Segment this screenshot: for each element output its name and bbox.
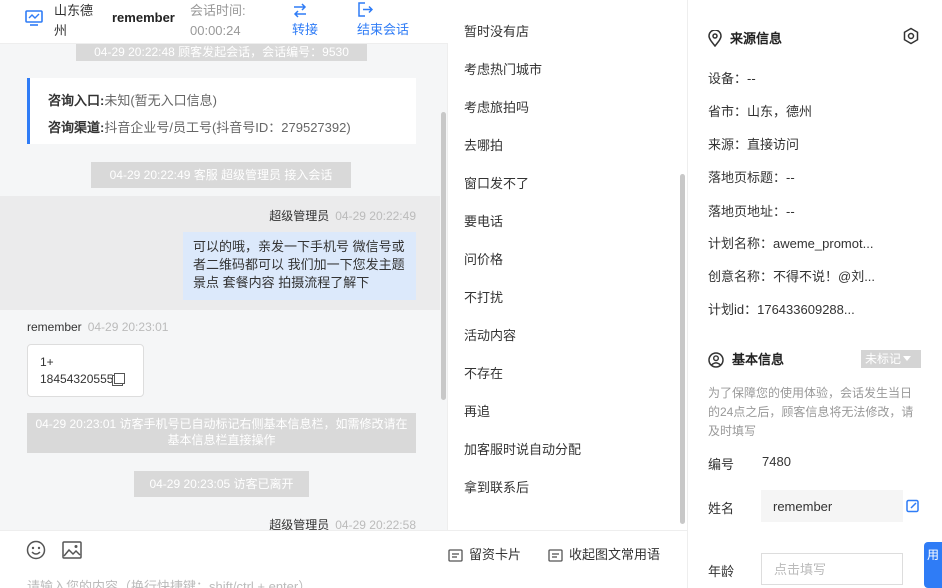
entry-label: 咨询入口:: [48, 93, 105, 108]
quick-reply-item[interactable]: 不打扰: [464, 279, 581, 317]
end-session-button[interactable]: 结束会话: [357, 0, 409, 40]
channel-label: 咨询渠道:: [48, 120, 105, 135]
chat-input-area: 请输入您的内容（换行快捷键：shift/ctrl + enter）: [0, 530, 448, 588]
entry-value: 未知(暂无入口信息): [104, 93, 218, 108]
quick-reply-item[interactable]: 问价格: [464, 241, 581, 279]
monitor-icon: [25, 10, 43, 26]
message-icon: [548, 549, 563, 562]
caret-down-icon: [903, 356, 912, 361]
collapse-phrases-label: 收起图文常用语: [569, 547, 661, 562]
message-sender: remember: [27, 320, 82, 334]
message-list[interactable]: 04-29 20:22:48 顾客发起会话，会话编号：9530 咨询入口:未知(…: [0, 44, 448, 530]
visitor-city: 山东德州: [54, 3, 94, 38]
message-meta: 超级管理员 04-29 20:22:49: [269, 207, 416, 224]
device-row: 设备：--: [708, 71, 756, 86]
location-pin-icon: [708, 29, 722, 48]
age-label: 年龄: [708, 564, 735, 579]
chat-header: 山东德州 remember 会话时间: 00:00:24 转接 结束会话: [0, 0, 448, 44]
quick-reply-scrollbar[interactable]: [680, 174, 685, 524]
quick-reply-item[interactable]: 再追: [464, 393, 581, 431]
source-info-label: 来源信息: [730, 31, 783, 46]
origin-row: 来源：直接访问: [708, 137, 800, 152]
lead-card-label: 留资卡片: [469, 547, 522, 562]
lead-card-button[interactable]: 留资卡片: [448, 544, 521, 563]
emoji-icon[interactable]: [26, 540, 46, 560]
collapse-phrases-button[interactable]: 收起图文常用语: [548, 544, 660, 563]
message-time: 04-29 20:22:49: [335, 209, 416, 223]
message-line: 1+: [40, 355, 54, 369]
transfer-icon: [293, 3, 307, 18]
quick-reply-footer: 留资卡片 收起图文常用语: [448, 530, 688, 588]
phone-number: 18454320555: [40, 372, 114, 386]
chat-scrollbar[interactable]: [441, 112, 446, 400]
name-field[interactable]: [761, 490, 903, 522]
system-message: 04-29 20:23:01 访客手机号已自动标记右侧基本信息栏，如需修改请在基…: [27, 413, 416, 453]
tag-dropdown[interactable]: 未标记: [861, 350, 921, 368]
quick-reply-item[interactable]: 窗口发不了: [464, 165, 581, 203]
tag-label: 未标记: [865, 352, 902, 366]
message-time: 04-29 20:22:58: [335, 518, 416, 530]
creative-name-row: 创意名称：不得不说！@刘...: [708, 269, 876, 284]
landing-url-row: 落地页地址：--: [708, 204, 795, 219]
quick-reply-item[interactable]: 拿到联系后: [464, 469, 581, 507]
edit-icon[interactable]: [906, 499, 919, 513]
quick-reply-item[interactable]: 要电话: [464, 203, 581, 241]
chat-panel: 山东德州 remember 会话时间: 00:00:24 转接 结束会话 04-…: [0, 0, 448, 588]
age-field[interactable]: [761, 553, 903, 585]
id-value: 7480: [762, 454, 791, 469]
visitor-message-bubble: 1+ 18454320555: [27, 344, 144, 397]
plan-name-row: 计划名称：aweme_promot...: [708, 236, 874, 251]
settings-icon[interactable]: [902, 27, 920, 45]
customer-info-panel: 来源信息 设备：-- 省市：山东，德州 来源：直接访问 落地页标题：-- 落地页…: [688, 0, 942, 588]
transfer-label: 转接: [292, 22, 319, 37]
entry-info-card: 咨询入口:未知(暂无入口信息) 咨询渠道:抖音企业号/员工号(抖音号ID：279…: [27, 78, 416, 144]
quick-reply-item[interactable]: 活动内容: [464, 317, 581, 355]
session-time-label: 会话时间:: [190, 3, 246, 18]
copy-icon[interactable]: [114, 373, 126, 384]
card-icon: [448, 549, 463, 562]
floating-tab-button[interactable]: 用: [924, 542, 942, 588]
system-message: 04-29 20:23:05 访客已离开: [134, 471, 309, 497]
agent-message-bubble: 可以的哦，亲发一下手机号 微信号或者二维码都可以 我们加一下您发主题景点 套餐内…: [183, 232, 416, 300]
quick-reply-item[interactable]: 不存在: [464, 355, 581, 393]
floating-tab-label: 用: [927, 548, 940, 562]
user-circle-icon: [708, 352, 724, 368]
quick-reply-item[interactable]: 考虑热门城市: [464, 51, 581, 89]
edit-notice: 为了保障您的使用体验，会话发生当日的24点之后，顾客信息将无法修改，请及时填写: [708, 386, 914, 438]
basic-info-title: 基本信息: [708, 349, 784, 368]
logout-icon: [358, 2, 373, 17]
message-meta: remember 04-29 20:23:01: [27, 320, 168, 334]
plan-id-row: 计划id：176433609288...: [708, 302, 855, 317]
system-message: 04-29 20:22:49 客服 超级管理员 接入会话: [91, 162, 351, 188]
basic-info-label: 基本信息: [732, 352, 785, 367]
message-sender: 超级管理员: [269, 518, 330, 530]
landing-title-row: 落地页标题：--: [708, 170, 795, 185]
quick-reply-panel: 暂时没有店 考虑热门城市 考虑旅拍吗 去哪拍 窗口发不了 要电话 问价格 不打扰…: [448, 0, 688, 588]
channel-value: 抖音企业号/员工号(抖音号ID：279527392): [104, 120, 351, 135]
end-session-label: 结束会话: [357, 22, 410, 37]
quick-reply-item[interactable]: 去哪拍: [464, 127, 581, 165]
session-time-value: 00:00:24: [190, 23, 241, 38]
quick-reply-item[interactable]: 加客服时说自动分配: [464, 431, 581, 469]
quick-reply-item[interactable]: 暂时没有店: [464, 13, 581, 51]
system-message: 04-29 20:22:48 顾客发起会话，会话编号：9530: [76, 44, 367, 61]
message-sender: 超级管理员: [269, 209, 330, 223]
message-input[interactable]: 请输入您的内容（换行快捷键：shift/ctrl + enter）: [27, 576, 311, 588]
region-row: 省市：山东，德州: [708, 104, 813, 119]
id-label: 编号: [708, 457, 735, 472]
message-meta: 超级管理员 04-29 20:22:58: [269, 516, 416, 530]
source-info-title: 来源信息: [708, 28, 783, 48]
transfer-button[interactable]: 转接: [292, 0, 318, 40]
quick-reply-list: 暂时没有店 考虑热门城市 考虑旅拍吗 去哪拍 窗口发不了 要电话 问价格 不打扰…: [464, 13, 581, 507]
name-label: 姓名: [708, 501, 735, 516]
message-time: 04-29 20:23:01: [87, 320, 169, 334]
image-icon[interactable]: [62, 541, 82, 559]
visitor-name: remember: [112, 10, 175, 25]
quick-reply-item[interactable]: 考虑旅拍吗: [464, 89, 581, 127]
